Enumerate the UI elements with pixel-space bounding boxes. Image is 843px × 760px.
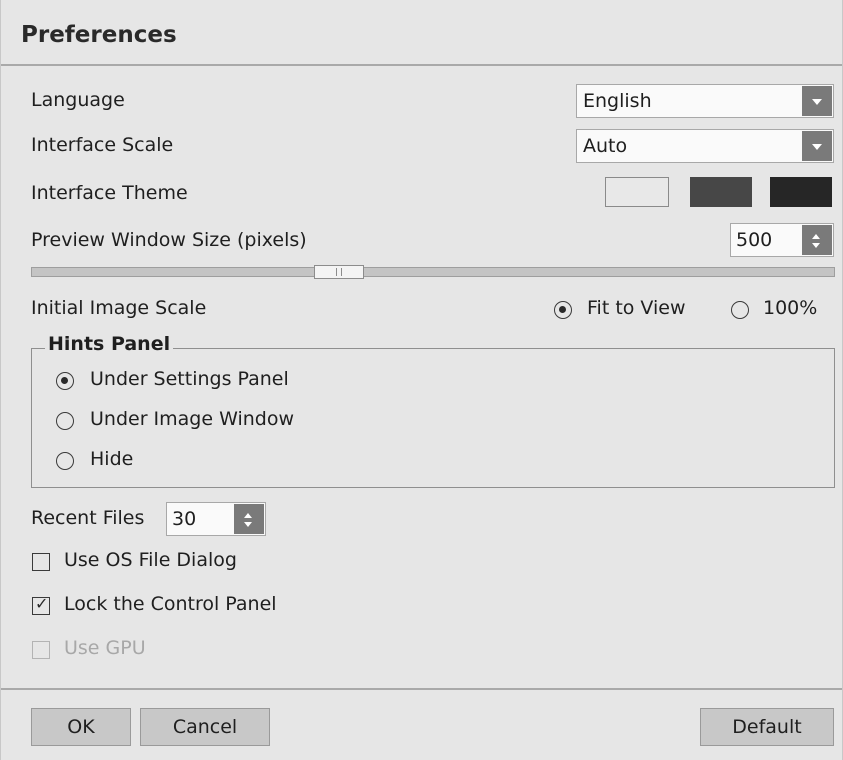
preview-window-size-label: Preview Window Size (pixels) [31,229,307,251]
use-gpu-checkbox [32,641,50,659]
title-bar: Preferences [1,0,842,66]
dialog-title: Preferences [21,22,177,48]
preview-window-size-field[interactable]: 500 [730,223,834,257]
theme-light-swatch[interactable] [605,177,669,207]
interface-scale-value: Auto [583,135,628,157]
default-button[interactable]: Default [700,708,834,746]
lock-control-panel-checkbox[interactable]: ✓ [32,594,50,615]
checkmark-icon: ✓ [35,594,49,613]
fit-to-view-radio[interactable] [554,301,572,319]
under-image-window-label[interactable]: Under Image Window [90,408,294,430]
under-settings-panel-label[interactable]: Under Settings Panel [90,368,289,390]
interface-theme-label: Interface Theme [31,182,188,204]
use-gpu-label: Use GPU [64,637,146,659]
preferences-dialog: Preferences Language English Interface S… [0,0,843,760]
language-label: Language [31,89,125,111]
language-select[interactable]: English [576,84,834,118]
recent-files-value: 30 [172,508,197,530]
preview-size-slider-track[interactable] [31,267,835,277]
hide-hints-radio[interactable] [56,452,74,470]
interface-scale-label: Interface Scale [31,134,174,156]
chevron-down-icon[interactable] [802,86,832,116]
footer-divider [1,688,842,690]
lock-control-panel-label[interactable]: Lock the Control Panel [64,593,277,615]
ok-button[interactable]: OK [31,708,131,746]
use-os-file-dialog-checkbox[interactable] [32,553,50,571]
language-value: English [583,90,652,112]
interface-scale-select[interactable]: Auto [576,129,834,163]
theme-dark-swatch[interactable] [770,177,832,207]
scale-100-radio[interactable] [731,301,749,319]
under-settings-panel-radio[interactable] [56,372,74,390]
recent-files-label: Recent Files [31,507,145,529]
spinner-arrows-icon[interactable] [802,225,832,255]
initial-image-scale-label: Initial Image Scale [31,297,207,319]
fit-to-view-label[interactable]: Fit to View [587,297,686,319]
under-image-window-radio[interactable] [56,412,74,430]
chevron-down-icon[interactable] [802,131,832,161]
preview-window-size-value: 500 [736,229,773,251]
scale-100-label[interactable]: 100% [763,297,817,319]
spinner-arrows-icon[interactable] [234,504,264,534]
recent-files-field[interactable]: 30 [166,502,266,536]
preview-size-slider-handle[interactable] [314,265,364,279]
hide-hints-label[interactable]: Hide [90,448,133,470]
theme-medium-swatch[interactable] [690,177,752,207]
hints-panel-title: Hints Panel [45,333,174,355]
cancel-button[interactable]: Cancel [140,708,270,746]
use-os-file-dialog-label[interactable]: Use OS File Dialog [64,549,237,571]
